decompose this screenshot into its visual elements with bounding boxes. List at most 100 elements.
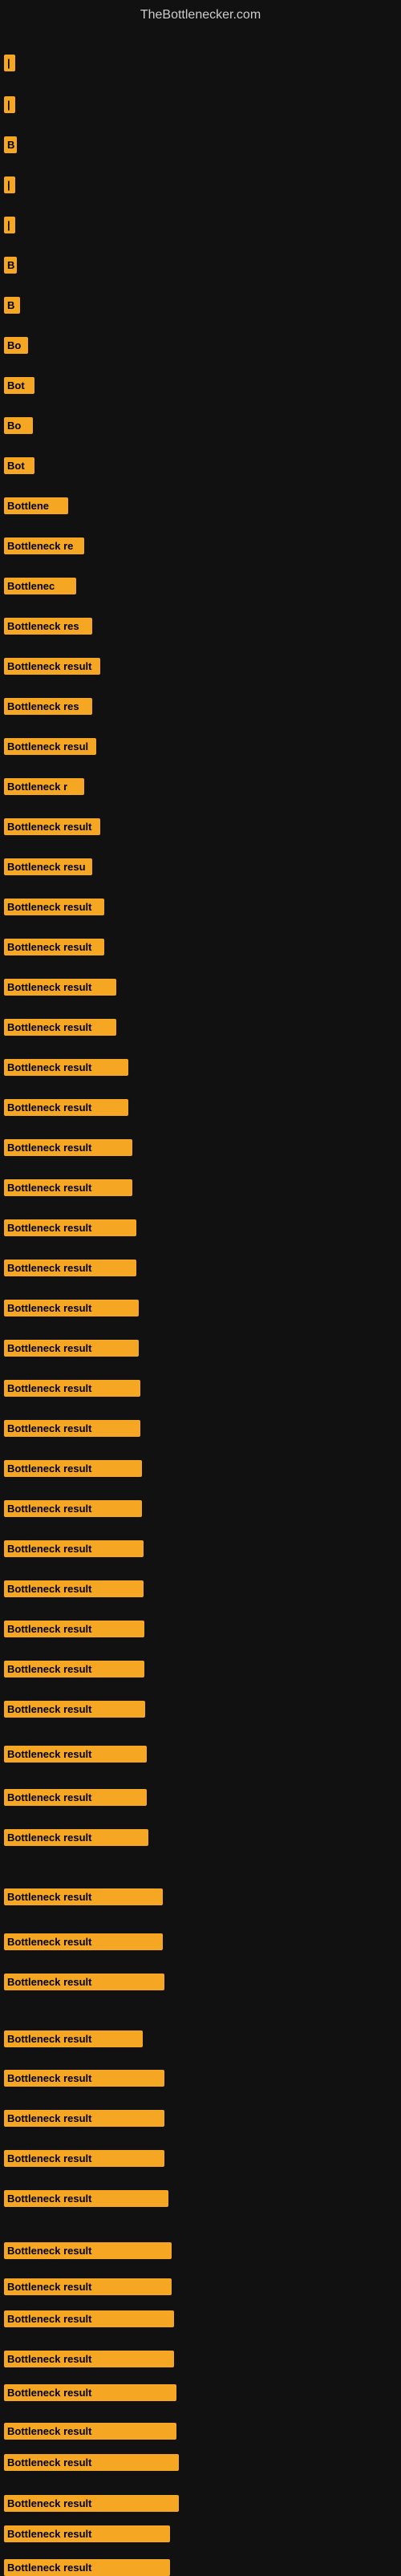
bar-item: Bottleneck result xyxy=(4,1540,144,1557)
bar-label: Bottleneck result xyxy=(4,2070,164,2087)
bar-item: Bottleneck result xyxy=(4,1219,136,1236)
bar-item: Bottleneck re xyxy=(4,538,84,554)
bar-item: B xyxy=(4,297,20,314)
bar-label: Bottleneck result xyxy=(4,2278,172,2295)
bar-label: Bottleneck result xyxy=(4,818,100,835)
bar-label: Bottleneck result xyxy=(4,1139,132,1156)
bar-label: Bottleneck result xyxy=(4,1059,128,1076)
bar-item: Bo xyxy=(4,337,28,354)
bar-item: Bottleneck result xyxy=(4,2423,176,2440)
bar-item: Bottleneck result xyxy=(4,2030,143,2047)
bar-label: Bottleneck result xyxy=(4,1420,140,1437)
bar-item: Bottleneck result xyxy=(4,1179,132,1196)
bar-label: Bottleneck result xyxy=(4,1829,148,1846)
bar-item: Bottleneck result xyxy=(4,1380,140,1397)
bar-label: Bottleneck re xyxy=(4,538,84,554)
bar-label: Bottleneck result xyxy=(4,1300,139,1316)
bar-label: Bottleneck result xyxy=(4,2190,168,2207)
bar-item: Bottlenec xyxy=(4,578,76,594)
bar-label: Bottleneck result xyxy=(4,899,104,915)
site-title: TheBottlenecker.com xyxy=(0,0,401,26)
bar-label: Bottleneck result xyxy=(4,1380,140,1397)
bar-label: Bot xyxy=(4,377,34,394)
bar-item: Bottleneck result xyxy=(4,1300,139,1316)
bar-label: | xyxy=(4,217,15,233)
bar-item: Bottleneck result xyxy=(4,1888,163,1905)
bar-label: Bottleneck result xyxy=(4,1701,145,1718)
bar-item: Bottleneck result xyxy=(4,2242,172,2259)
bar-label: Bottleneck result xyxy=(4,1460,142,1477)
bar-item: Bottleneck result xyxy=(4,2110,164,2127)
bar-label: Bo xyxy=(4,337,28,354)
bar-label: Bottleneck result xyxy=(4,1933,163,1950)
bar-item: Bottleneck result xyxy=(4,658,100,675)
bar-item: Bottleneck result xyxy=(4,1661,144,1677)
bar-item: Bottleneck result xyxy=(4,1420,140,1437)
bar-label: Bottleneck result xyxy=(4,2495,179,2512)
bar-item: Bottleneck result xyxy=(4,2150,164,2167)
bar-item: Bottleneck result xyxy=(4,1099,128,1116)
bar-label: Bottleneck result xyxy=(4,1099,128,1116)
bar-item: Bottleneck res xyxy=(4,698,92,715)
bar-label: Bottleneck result xyxy=(4,1974,164,1990)
bar-item: Bottleneck result xyxy=(4,1139,132,1156)
bar-item: Bo xyxy=(4,417,33,434)
bar-item: Bottleneck result xyxy=(4,1500,142,1517)
bar-label: | xyxy=(4,55,15,71)
bar-label: Bottleneck resu xyxy=(4,858,92,875)
bar-item: Bottleneck result xyxy=(4,1260,136,1276)
bar-label: Bottleneck result xyxy=(4,1746,147,1763)
bar-label: Bottlenec xyxy=(4,578,76,594)
bar-label: Bottleneck result xyxy=(4,1621,144,1637)
bar-item: B xyxy=(4,136,17,153)
bar-item: Bottleneck resu xyxy=(4,858,92,875)
bar-label: Bottleneck result xyxy=(4,2150,164,2167)
bar-label: B xyxy=(4,297,20,314)
bar-item: Bottleneck result xyxy=(4,2525,170,2542)
bar-item: Bottleneck result xyxy=(4,2559,170,2576)
bar-item: Bottleneck result xyxy=(4,1460,142,1477)
bar-label: Bottleneck result xyxy=(4,1179,132,1196)
bar-label: | xyxy=(4,176,15,193)
bar-item: Bottleneck result xyxy=(4,2278,172,2295)
bar-label: Bottleneck result xyxy=(4,1888,163,1905)
bar-label: Bo xyxy=(4,417,33,434)
bar-item: Bot xyxy=(4,377,34,394)
bar-item: Bottleneck result xyxy=(4,2384,176,2401)
bar-label: Bottleneck result xyxy=(4,2110,164,2127)
bar-item: | xyxy=(4,55,15,71)
bar-item: Bottleneck result xyxy=(4,2310,174,2327)
bar-item: B xyxy=(4,257,17,274)
bar-label: Bottlene xyxy=(4,497,68,514)
bar-label: Bottleneck r xyxy=(4,778,84,795)
bar-item: Bot xyxy=(4,457,34,474)
bar-item: Bottleneck result xyxy=(4,1621,144,1637)
bar-item: Bottleneck result xyxy=(4,939,104,955)
bar-label: Bottleneck result xyxy=(4,2525,170,2542)
bar-label: Bottleneck result xyxy=(4,2423,176,2440)
bar-item: Bottleneck r xyxy=(4,778,84,795)
bar-item: Bottleneck result xyxy=(4,2070,164,2087)
bar-item: Bottleneck result xyxy=(4,2190,168,2207)
bar-label: Bottleneck result xyxy=(4,1019,116,1036)
bar-item: | xyxy=(4,217,15,233)
bar-item: Bottleneck result xyxy=(4,2351,174,2367)
bar-label: Bottleneck result xyxy=(4,1540,144,1557)
bar-item: Bottleneck result xyxy=(4,1974,164,1990)
bar-label: Bottleneck result xyxy=(4,2351,174,2367)
bar-item: Bottleneck result xyxy=(4,1829,148,1846)
bar-label: Bottleneck res xyxy=(4,698,92,715)
bar-item: Bottleneck result xyxy=(4,1701,145,1718)
bar-item: Bottleneck result xyxy=(4,1746,147,1763)
bar-item: Bottleneck result xyxy=(4,818,100,835)
bar-item: | xyxy=(4,176,15,193)
bar-label: Bottleneck result xyxy=(4,2310,174,2327)
bar-label: Bottleneck result xyxy=(4,1500,142,1517)
bar-label: Bottleneck result xyxy=(4,1789,147,1806)
bar-label: Bottleneck result xyxy=(4,2559,170,2576)
bar-label: Bottleneck result xyxy=(4,1260,136,1276)
bar-label: Bottleneck result xyxy=(4,2242,172,2259)
bar-item: Bottleneck result xyxy=(4,1059,128,1076)
bar-item: Bottlene xyxy=(4,497,68,514)
bar-item: Bottleneck resul xyxy=(4,738,96,755)
